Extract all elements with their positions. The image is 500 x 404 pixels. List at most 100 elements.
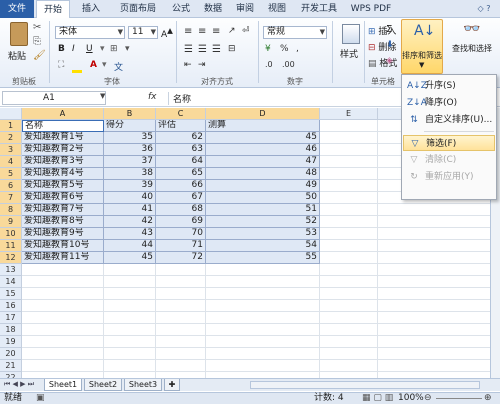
table-cell[interactable]: 72 xyxy=(156,252,206,264)
table-cell[interactable]: 66 xyxy=(156,180,206,192)
table-cell[interactable]: 64 xyxy=(156,156,206,168)
menu-item-sort-ascending[interactable]: A↓Z 升序(S) xyxy=(403,78,495,94)
border-dropdown-icon[interactable]: ▾ xyxy=(125,44,130,54)
currency-icon[interactable]: ¥ xyxy=(265,44,271,54)
table-cell[interactable]: 70 xyxy=(156,228,206,240)
align-bottom-icon[interactable]: ≡ xyxy=(212,26,220,37)
empty-cell[interactable] xyxy=(206,264,320,276)
tab-formulas[interactable]: 公式 xyxy=(166,0,196,18)
row-header[interactable]: 19 xyxy=(0,336,22,348)
empty-cell[interactable] xyxy=(320,336,378,348)
font-color-icon[interactable]: A xyxy=(90,60,97,70)
align-center-icon[interactable]: ☰ xyxy=(198,44,207,55)
merge-center-icon[interactable]: ⊟ xyxy=(228,44,236,54)
empty-cell[interactable] xyxy=(156,312,206,324)
empty-cell[interactable] xyxy=(206,336,320,348)
empty-cell[interactable] xyxy=(206,288,320,300)
tab-file[interactable]: 文件 xyxy=(0,0,34,18)
italic-icon[interactable]: I xyxy=(72,44,75,54)
table-cell[interactable]: 63 xyxy=(156,144,206,156)
empty-cell[interactable] xyxy=(22,276,104,288)
menu-item-filter[interactable]: ▽ 筛选(F) xyxy=(403,135,495,151)
empty-cell[interactable] xyxy=(156,288,206,300)
autosum-icon[interactable]: Σ xyxy=(386,24,392,35)
row-header[interactable]: 2 xyxy=(0,132,22,144)
empty-cell[interactable] xyxy=(206,312,320,324)
table-header-cell[interactable]: 名称 xyxy=(22,120,104,132)
empty-cell[interactable] xyxy=(320,276,378,288)
column-header[interactable]: C xyxy=(156,108,206,120)
empty-cell[interactable] xyxy=(320,156,378,168)
empty-cell[interactable] xyxy=(320,264,378,276)
empty-cell[interactable] xyxy=(320,360,378,372)
row-header[interactable]: 15 xyxy=(0,288,22,300)
row-header[interactable]: 13 xyxy=(0,264,22,276)
number-format-select[interactable]: 常规 ▼ xyxy=(263,26,327,39)
tab-data[interactable]: 数据 xyxy=(198,0,228,18)
table-cell[interactable]: 爱知趣教育2号 xyxy=(22,144,104,156)
row-header[interactable]: 10 xyxy=(0,228,22,240)
row-header[interactable]: 9 xyxy=(0,216,22,228)
table-cell[interactable]: 40 xyxy=(104,192,156,204)
empty-cell[interactable] xyxy=(156,264,206,276)
align-left-icon[interactable]: ☰ xyxy=(184,44,193,55)
row-header[interactable]: 21 xyxy=(0,360,22,372)
row-header[interactable]: 4 xyxy=(0,156,22,168)
table-cell[interactable]: 35 xyxy=(104,132,156,144)
empty-cell[interactable] xyxy=(320,216,378,228)
empty-cell[interactable] xyxy=(22,288,104,300)
wrap-text-icon[interactable]: ⏎ xyxy=(242,26,250,36)
empty-cell[interactable] xyxy=(22,360,104,372)
empty-cell[interactable] xyxy=(206,324,320,336)
comma-icon[interactable]: , xyxy=(296,44,299,54)
table-cell[interactable]: 45 xyxy=(104,252,156,264)
tab-developer[interactable]: 开发工具 xyxy=(296,0,342,18)
empty-cell[interactable] xyxy=(104,276,156,288)
border-icon[interactable]: ⊞ xyxy=(110,44,118,54)
align-right-icon[interactable]: ☰ xyxy=(212,44,221,55)
dropdown-arrow-icon[interactable]: ▾ xyxy=(100,44,105,54)
empty-cell[interactable] xyxy=(378,216,500,228)
table-header-cell[interactable]: 评估 xyxy=(156,120,206,132)
empty-cell[interactable] xyxy=(320,324,378,336)
table-cell[interactable]: 55 xyxy=(206,252,320,264)
empty-cell[interactable] xyxy=(320,180,378,192)
zoom-slider[interactable] xyxy=(436,398,482,399)
name-box-dropdown-icon[interactable]: ▼ xyxy=(100,92,105,100)
empty-cell[interactable] xyxy=(104,348,156,360)
row-header[interactable]: 12 xyxy=(0,252,22,264)
table-cell[interactable]: 39 xyxy=(104,180,156,192)
empty-cell[interactable] xyxy=(378,228,500,240)
menu-item-sort-descending[interactable]: Z↓A 降序(O) xyxy=(403,95,495,111)
table-cell[interactable]: 42 xyxy=(104,216,156,228)
table-cell[interactable]: 爱知趣教育5号 xyxy=(22,180,104,192)
empty-cell[interactable] xyxy=(378,300,500,312)
tab-view[interactable]: 视图 xyxy=(262,0,292,18)
table-cell[interactable]: 46 xyxy=(206,144,320,156)
empty-cell[interactable] xyxy=(320,228,378,240)
table-cell[interactable]: 44 xyxy=(104,240,156,252)
empty-cell[interactable] xyxy=(22,324,104,336)
empty-cell[interactable] xyxy=(378,204,500,216)
table-cell[interactable]: 67 xyxy=(156,192,206,204)
row-header[interactable]: 18 xyxy=(0,324,22,336)
align-middle-icon[interactable]: ≡ xyxy=(198,26,206,37)
sort-filter-button[interactable]: A↓ 排序和筛选 ▼ xyxy=(401,19,443,74)
table-cell[interactable]: 爱知趣教育3号 xyxy=(22,156,104,168)
table-cell[interactable]: 48 xyxy=(206,168,320,180)
format-painter-icon[interactable]: 🖌 xyxy=(33,50,46,61)
table-cell[interactable]: 36 xyxy=(104,144,156,156)
row-header[interactable]: 16 xyxy=(0,300,22,312)
column-header[interactable]: A xyxy=(22,108,104,120)
table-cell[interactable]: 54 xyxy=(206,240,320,252)
empty-cell[interactable] xyxy=(320,288,378,300)
fill-color-icon[interactable]: ⛶ xyxy=(58,60,64,70)
table-cell[interactable]: 45 xyxy=(206,132,320,144)
table-header-cell[interactable]: 测算 xyxy=(206,120,320,132)
empty-cell[interactable] xyxy=(320,144,378,156)
empty-cell[interactable] xyxy=(378,324,500,336)
tab-page-layout[interactable]: 页面布局 xyxy=(112,0,164,18)
font-size-select[interactable]: 11 ▼ xyxy=(128,26,158,39)
column-header[interactable]: D xyxy=(206,108,320,120)
help-icon[interactable]: ◇ ? xyxy=(470,0,498,18)
